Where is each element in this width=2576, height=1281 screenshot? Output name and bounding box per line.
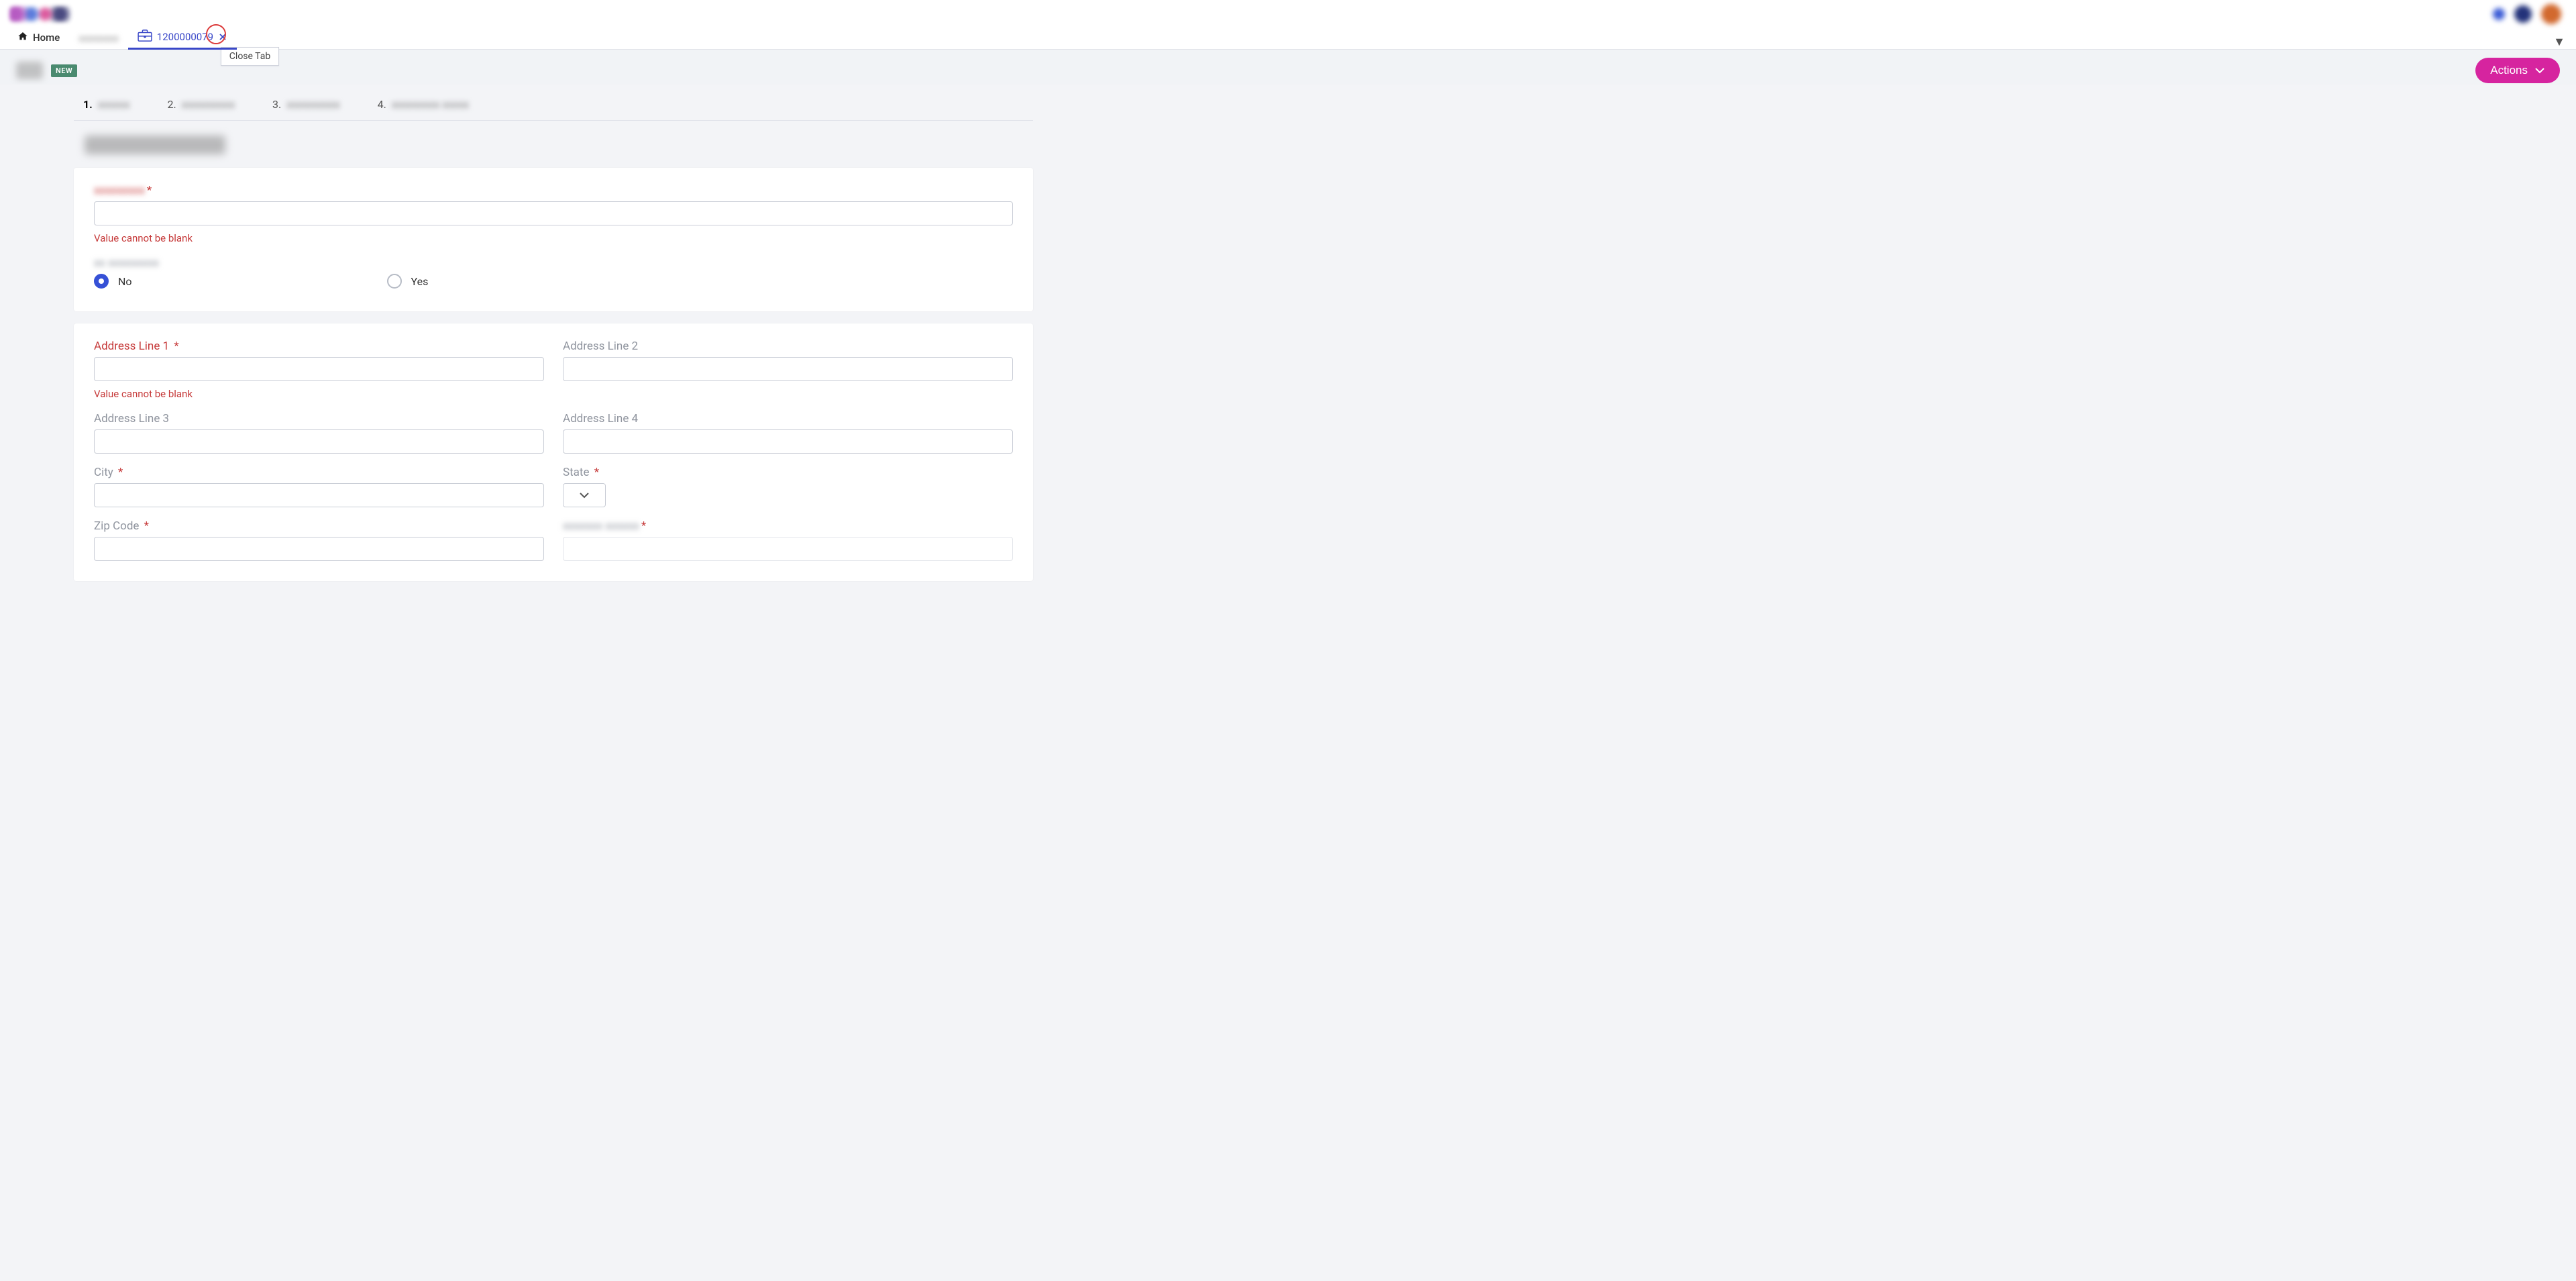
addr1-label: Address Line 1 * — [94, 340, 544, 353]
briefcase-icon — [138, 30, 152, 44]
top-brand-bar — [0, 0, 2576, 28]
qualified-label: xx xxxxxxxxx — [94, 256, 1013, 270]
notification-icon[interactable] — [2514, 5, 2532, 23]
section-title — [85, 136, 225, 154]
avatar[interactable] — [2541, 4, 2561, 24]
actions-button-label: Actions — [2490, 64, 2528, 77]
home-icon — [17, 31, 28, 44]
radio-no[interactable]: No — [94, 274, 132, 289]
addr4-label: Address Line 4 — [563, 412, 1013, 425]
chevron-down-icon — [579, 492, 590, 499]
card-site-info: xxxxxxxxx* Value cannot be blank xx xxxx… — [74, 168, 1033, 311]
city-input[interactable] — [94, 483, 544, 507]
page-title — [16, 62, 43, 79]
radio-yes[interactable]: Yes — [387, 274, 429, 289]
addr3-input[interactable] — [94, 429, 544, 454]
state-label: State * — [563, 466, 1013, 479]
addr2-input[interactable] — [563, 357, 1013, 381]
top-icon-cluster — [2493, 4, 2561, 24]
tab-overflow-caret-icon[interactable]: ▼ — [2553, 35, 2568, 49]
zip-input[interactable] — [94, 537, 544, 561]
tab-home-label: Home — [33, 32, 60, 44]
tab-blurred-label: xxxxxxxx — [78, 32, 119, 44]
step-1[interactable]: 1.xxxxxx — [83, 98, 129, 111]
step-2[interactable]: 2.xxxxxxxxxx — [167, 98, 235, 111]
radio-outer — [387, 274, 402, 289]
tab-case-active[interactable]: 1200000079 Close Tab — [128, 25, 237, 49]
state-select[interactable] — [563, 483, 606, 507]
actions-button[interactable]: Actions — [2475, 58, 2560, 83]
addr1-input[interactable] — [94, 357, 544, 381]
tab-close-button[interactable] — [218, 32, 227, 42]
tab-home[interactable]: Home — [8, 27, 69, 49]
tab-case-id: 1200000079 — [157, 31, 213, 43]
city-label: City * — [94, 466, 544, 479]
tab-strip: Home xxxxxxxx 1200000079 Close Tab ▼ — [0, 28, 2576, 50]
addr2-label: Address Line 2 — [563, 340, 1013, 353]
close-tab-tooltip: Close Tab — [221, 47, 279, 66]
step-3[interactable]: 3.xxxxxxxxxx — [272, 98, 340, 111]
site-name-label: xxxxxxxxx* — [94, 184, 1013, 197]
addr3-label: Address Line 3 — [94, 412, 544, 425]
card-address: Address Line 1 * Value cannot be blank A… — [74, 323, 1033, 581]
radio-outer — [94, 274, 109, 289]
stepper: 1.xxxxxx 2.xxxxxxxxxx 3.xxxxxxxxxx 4.xxx… — [74, 85, 1033, 121]
brand-logo — [9, 6, 71, 22]
addr4-input[interactable] — [563, 429, 1013, 454]
country-input[interactable] — [563, 537, 1013, 561]
tab-blurred-secondary[interactable]: xxxxxxxx — [69, 28, 128, 49]
status-badge: NEW — [51, 64, 77, 77]
search-icon[interactable] — [2493, 8, 2505, 20]
radio-yes-label: Yes — [411, 275, 429, 288]
zip-label: Zip Code * — [94, 519, 544, 533]
addr1-error: Value cannot be blank — [94, 388, 544, 400]
step-4[interactable]: 4.xxxxxxxxx xxxxx — [378, 98, 469, 111]
site-name-input[interactable] — [94, 201, 1013, 225]
chevron-down-icon — [2534, 67, 2545, 74]
radio-no-label: No — [118, 275, 132, 288]
site-name-error: Value cannot be blank — [94, 232, 1013, 244]
country-label: xxxxxxx xxxxxx* — [563, 519, 1013, 533]
content-scroll[interactable]: 1.xxxxxx 2.xxxxxxxxxx 3.xxxxxxxxxx 4.xxx… — [0, 85, 2576, 1281]
